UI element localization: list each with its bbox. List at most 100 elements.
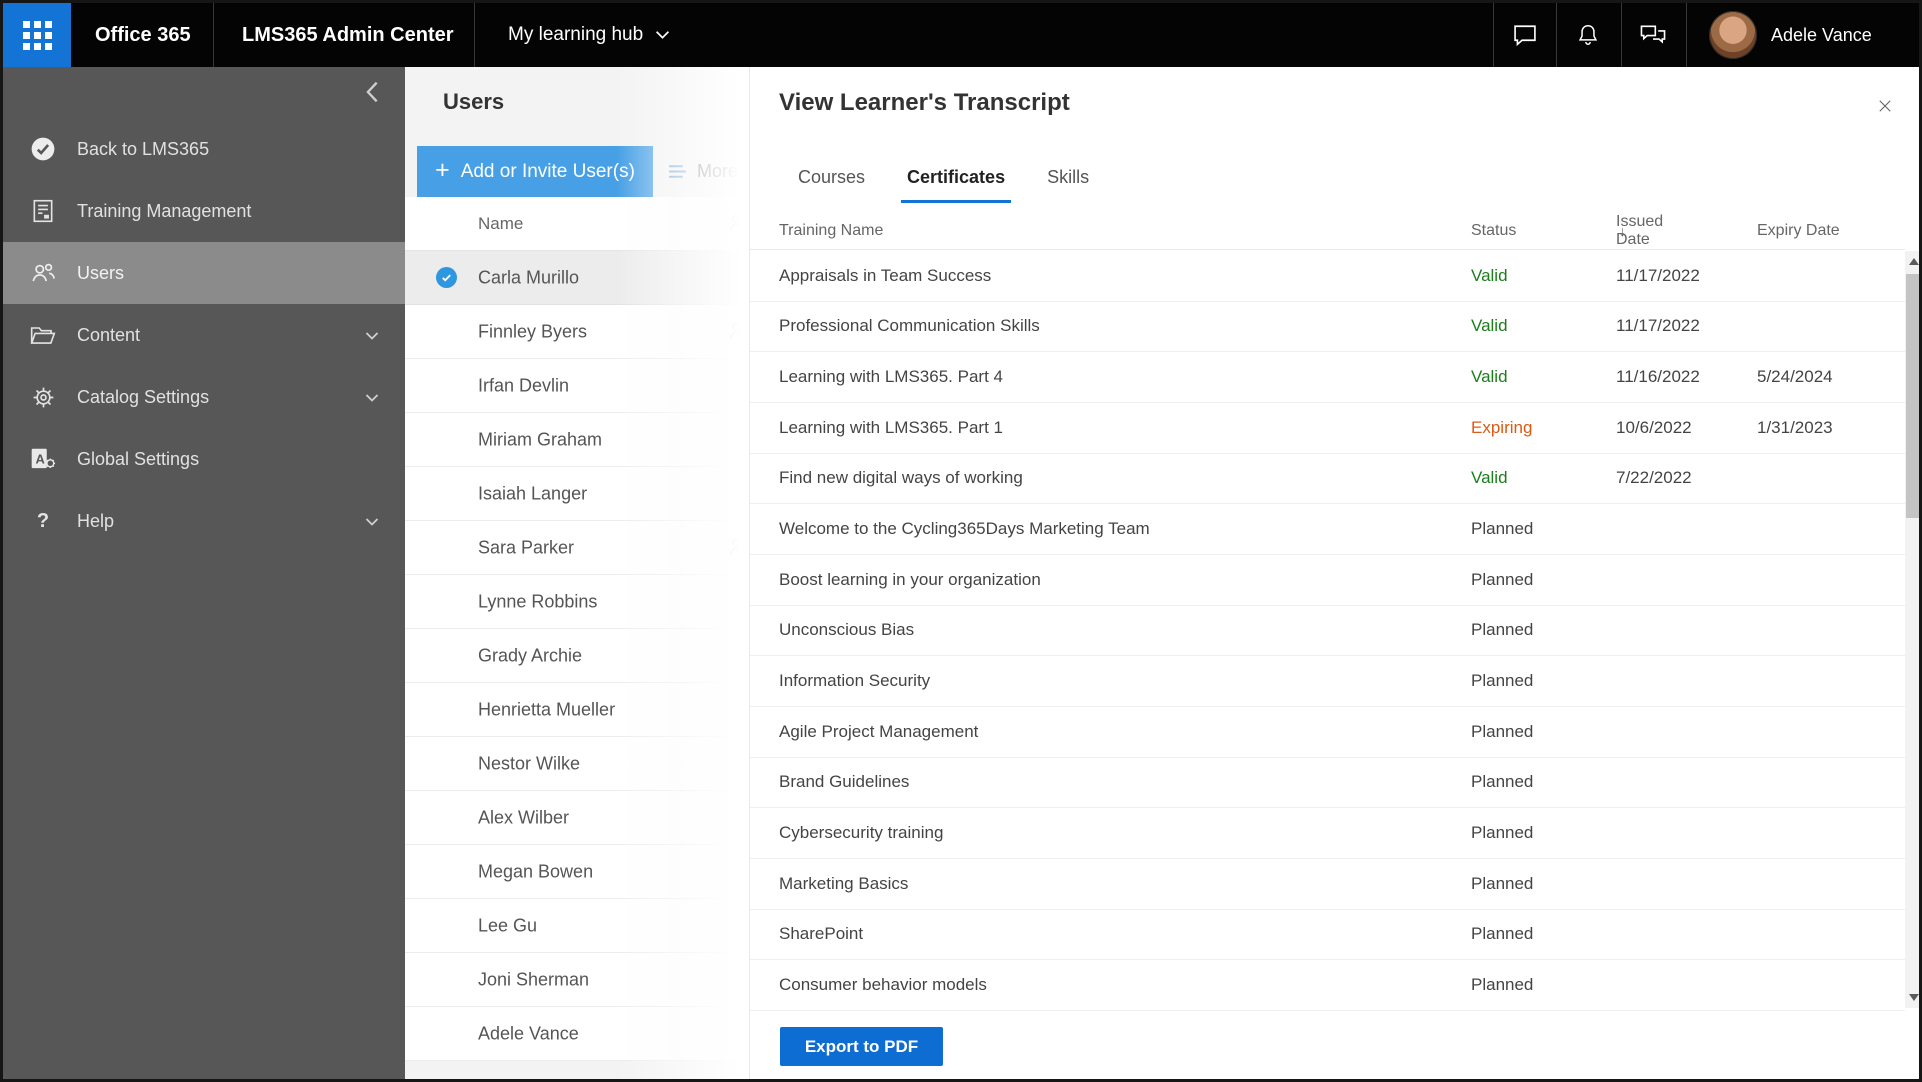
user-list-item-adele-vance[interactable]: Adele Vance: [405, 1007, 749, 1061]
user-list-item-grady-archie[interactable]: Grady Archie: [405, 629, 749, 683]
certificate-row-information-security: Information Security Planned: [750, 656, 1905, 707]
users-icon: [21, 260, 65, 286]
user-list-item-irfan-devlin[interactable]: Irfan Devlin: [405, 359, 749, 413]
users-list-header: Name: [405, 197, 749, 251]
gear-icon: [21, 384, 65, 411]
panel-title: View Learner's Transcript: [779, 89, 1070, 116]
column-header-training-name: Training Name: [779, 222, 884, 239]
person-add-icon[interactable]: [727, 320, 749, 347]
export-to-pdf-button[interactable]: Export to PDF: [780, 1027, 943, 1066]
table-header-row: Training Name Status Issued Date ↓ Expiry…: [750, 213, 1905, 250]
user-list-item-lee-gu[interactable]: Lee Gu: [405, 899, 749, 953]
feedback-icon: [1640, 25, 1665, 44]
table-scrollbar[interactable]: [1905, 251, 1919, 1008]
close-button[interactable]: [1872, 93, 1898, 119]
name-column-header: Name: [478, 213, 524, 233]
status-badge: Planned: [1471, 519, 1534, 539]
status-badge: Valid: [1471, 316, 1508, 336]
status-badge: Planned: [1471, 975, 1534, 995]
app-launcher-button[interactable]: [3, 3, 71, 67]
lms365-admin-window: Office 365 LMS365 Admin Center My learni…: [0, 0, 1922, 1082]
lines-icon: [669, 165, 686, 178]
sidebar-nav: Back to LMS365 Training Management Users…: [3, 67, 405, 1079]
user-list-item-joni-sherman[interactable]: Joni Sherman: [405, 953, 749, 1007]
user-list-item-megan-bowen[interactable]: Megan Bowen: [405, 845, 749, 899]
selected-check-icon: [436, 267, 457, 288]
sidebar-item-content[interactable]: Content: [3, 304, 405, 366]
certificate-row-unconscious-bias: Unconscious Bias Planned: [750, 606, 1905, 657]
certificate-row-agile-project-management: Agile Project Management Planned: [750, 707, 1905, 758]
certificate-row-welcome-to-the-cycling365days-marketing-team: Welcome to the Cycling365Days Marketing …: [750, 504, 1905, 555]
svg-text:A: A: [35, 451, 44, 466]
status-badge: Planned: [1471, 620, 1534, 640]
training-icon: [21, 198, 65, 224]
status-badge: Valid: [1471, 265, 1508, 285]
scrollbar-thumb[interactable]: [1906, 274, 1919, 518]
tab-skills[interactable]: Skills: [1041, 166, 1095, 203]
column-header-expiry-date: Expiry Date: [1757, 222, 1840, 239]
status-badge: Valid: [1471, 367, 1508, 387]
status-badge: Expiring: [1471, 417, 1533, 437]
chevron-down-icon: [365, 511, 379, 532]
person-add-icon: [727, 212, 749, 239]
sidebar-item-global-settings[interactable]: A Global Settings: [3, 428, 405, 490]
sidebar-items: Back to LMS365 Training Management Users…: [3, 118, 405, 552]
office365-link[interactable]: Office 365: [95, 3, 191, 67]
lms365-check-icon: [21, 136, 65, 162]
status-badge: Planned: [1471, 569, 1534, 589]
hub-menu-button[interactable]: My learning hub: [508, 3, 670, 67]
tab-certificates[interactable]: Certificates: [901, 166, 1012, 203]
user-list-item-nestor-wilke[interactable]: Nestor Wilke: [405, 737, 749, 791]
user-list-item-carla-murillo[interactable]: Carla Murillo: [405, 251, 749, 305]
feedback-button[interactable]: [1621, 3, 1684, 67]
user-list-item-alex-wilber[interactable]: Alex Wilber: [405, 791, 749, 845]
chat-icon: [1513, 25, 1536, 47]
certificate-row-consumer-behavior-models: Consumer behavior models Planned: [750, 960, 1905, 1011]
scroll-up-arrow[interactable]: [1909, 258, 1919, 265]
help-icon: ?: [36, 509, 50, 532]
scroll-down-arrow[interactable]: [1909, 994, 1919, 1001]
certificate-row-brand-guidelines: Brand Guidelines Planned: [750, 758, 1905, 809]
status-badge: Planned: [1471, 671, 1534, 691]
view-learners-transcript-panel: View Learner's Transcript Courses Certif…: [749, 67, 1919, 1079]
sidebar-item-users[interactable]: Users: [3, 242, 405, 304]
certificate-row-find-new-digital-ways-of-working: Find new digital ways of working Valid 7…: [750, 454, 1905, 505]
certificates-table: Appraisals in Team Success Valid 11/17/2…: [750, 251, 1905, 1011]
status-badge: Planned: [1471, 924, 1534, 944]
add-or-invite-users-button[interactable]: + Add or Invite User(s): [417, 146, 653, 197]
sidebar-collapse-button[interactable]: [359, 79, 385, 105]
user-list-item-sara-parker[interactable]: Sara Parker: [405, 521, 749, 575]
sidebar-item-catalog-settings[interactable]: Catalog Settings: [3, 366, 405, 428]
person-add-icon[interactable]: [727, 536, 749, 563]
admin-center-title: LMS365 Admin Center: [242, 23, 454, 46]
tab-courses[interactable]: Courses: [792, 166, 871, 203]
sidebar-item-training-management[interactable]: Training Management: [3, 180, 405, 242]
topbar-divider: [1686, 3, 1687, 67]
user-menu[interactable]: Adele Vance: [1771, 3, 1872, 67]
chevron-down-icon: [656, 31, 670, 39]
user-list-item-miriam-graham[interactable]: Miriam Graham: [405, 413, 749, 467]
certificate-row-appraisals-in-team-success: Appraisals in Team Success Valid 11/17/2…: [750, 251, 1905, 302]
certificate-row-learning-with-lms365-part-1: Learning with LMS365. Part 1 Expiring 10…: [750, 403, 1905, 454]
user-list-item-lynne-robbins[interactable]: Lynne Robbins: [405, 575, 749, 629]
waffle-icon: [22, 20, 52, 50]
topbar-divider: [213, 3, 214, 67]
bell-icon: [1578, 25, 1597, 45]
user-avatar[interactable]: [1709, 11, 1757, 59]
transcript-tabs: Courses Certificates Skills: [792, 166, 1095, 203]
users-list: Carla Murillo Finnley Byers Irfan Devlin…: [405, 251, 749, 1061]
status-badge: Valid: [1471, 468, 1508, 488]
status-badge: Planned: [1471, 873, 1534, 893]
user-list-item-henrietta-mueller[interactable]: Henrietta Mueller: [405, 683, 749, 737]
notifications-button[interactable]: [1556, 3, 1619, 67]
sidebar-item-help[interactable]: ? Help: [3, 490, 405, 552]
chat-button[interactable]: [1493, 3, 1556, 67]
sidebar-item-back-to-lms365[interactable]: Back to LMS365: [3, 118, 405, 180]
certificate-row-marketing-basics: Marketing Basics Planned: [750, 859, 1905, 910]
user-list-item-isaiah-langer[interactable]: Isaiah Langer: [405, 467, 749, 521]
user-list-item-finnley-byers[interactable]: Finnley Byers: [405, 305, 749, 359]
column-header-status: Status: [1471, 222, 1517, 239]
page-title: Users: [443, 89, 505, 114]
certificate-row-sharepoint: SharePoint Planned: [750, 910, 1905, 961]
topbar-divider: [474, 3, 475, 67]
